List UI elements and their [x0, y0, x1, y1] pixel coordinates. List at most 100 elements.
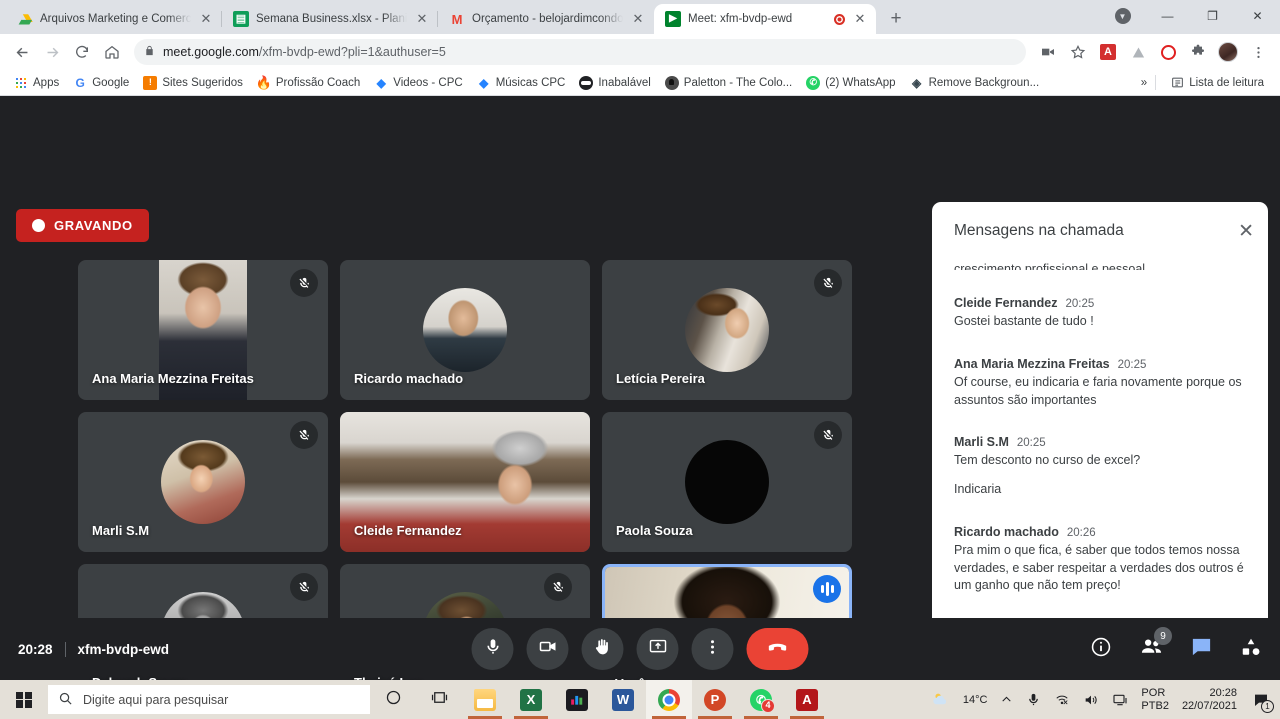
participant-name: Letícia Pereira	[616, 371, 705, 386]
clock[interactable]: 20:28 22/07/2021	[1182, 687, 1237, 713]
bookmarks-overflow-button[interactable]: »	[1141, 77, 1147, 89]
windows-logo-icon	[16, 691, 32, 708]
tab-recording-indicator-icon[interactable]	[834, 13, 845, 25]
browser-tab[interactable]: ▤ Semana Business.xlsx - Planilhas ✕	[221, 4, 438, 34]
bookmark-sites-sugeridos[interactable]: ! Sites Sugeridos	[137, 74, 249, 92]
tab-close-icon[interactable]: ✕	[630, 11, 646, 27]
bookmark-label: Videos - CPC	[393, 76, 463, 89]
search-icon	[58, 691, 73, 709]
tab-close-icon[interactable]: ✕	[414, 11, 430, 27]
home-button[interactable]	[98, 38, 126, 66]
tab-strip: Arquivos Marketing e Comercial ✕ ▤ Seman…	[0, 0, 1280, 34]
taskbar-search-placeholder: Digite aqui para pesquisar	[83, 692, 229, 707]
microphone-icon[interactable]	[1026, 692, 1041, 707]
bookmark-label: Google	[92, 76, 130, 89]
profile-avatar[interactable]	[1214, 38, 1242, 66]
network-icon[interactable]	[1054, 693, 1070, 707]
opera-extension-icon[interactable]	[1154, 38, 1182, 66]
more-options-button[interactable]	[691, 628, 734, 670]
bookmark-paletton[interactable]: Paletton - The Colo...	[659, 74, 798, 92]
maximize-button[interactable]: ❐	[1190, 0, 1235, 32]
chrome-button[interactable]	[646, 680, 692, 719]
adobe-acrobat-extension-icon[interactable]: A	[1094, 38, 1122, 66]
close-icon[interactable]: ✕	[1238, 222, 1254, 241]
message-author: Marli S.M	[954, 435, 1009, 450]
bookmark-apps[interactable]: Apps	[8, 74, 65, 92]
forward-button[interactable]	[38, 38, 66, 66]
tab-title: Arquivos Marketing e Comercial	[40, 13, 191, 25]
camera-button[interactable]	[526, 628, 569, 670]
tab-close-icon[interactable]: ✕	[852, 11, 868, 27]
chat-message-list[interactable]: crescimento profissional e pessoal Cleid…	[932, 260, 1268, 634]
volume-icon[interactable]	[1083, 692, 1099, 708]
sun-cloud-icon[interactable]	[931, 690, 950, 709]
participant-tile[interactable]: Paola Souza	[602, 412, 852, 552]
notification-center-button[interactable]: 1	[1250, 690, 1274, 713]
browser-tab[interactable]: Arquivos Marketing e Comercial ✕	[6, 4, 222, 34]
powerpoint-button[interactable]: P	[692, 680, 738, 719]
hang-up-button[interactable]	[746, 628, 809, 670]
bookmark-google[interactable]: G Google	[67, 74, 135, 92]
chat-button[interactable]	[1188, 636, 1214, 662]
present-screen-button[interactable]	[636, 628, 679, 670]
microphone-button[interactable]	[471, 628, 514, 670]
bookmark-profissao-coach[interactable]: 🔥 Profissão Coach	[251, 74, 366, 92]
camera-icon[interactable]	[1034, 38, 1062, 66]
browser-tab-active[interactable]: ▶ Meet: xfm-bvdp-ewd ✕	[654, 4, 876, 34]
chrome-menu-icon[interactable]	[1244, 38, 1272, 66]
chat-title: Mensagens na chamada	[954, 222, 1124, 239]
file-explorer-button[interactable]	[462, 680, 508, 719]
message-author: Ana Maria Mezzina Freitas	[954, 356, 1110, 371]
input-language-indicator[interactable]: POR PTB2	[1141, 687, 1169, 713]
bookmark-remove-background[interactable]: ◈ Remove Backgroun...	[904, 74, 1046, 92]
muted-badge	[290, 269, 318, 297]
folder-icon	[474, 688, 496, 711]
participant-tile[interactable]: Ana Maria Mezzina Freitas	[78, 260, 328, 400]
start-button[interactable]	[0, 680, 48, 719]
dark-app-button[interactable]	[554, 680, 600, 719]
paletton-icon	[664, 75, 679, 90]
address-bar[interactable]: meet.google.com/xfm-bvdp-ewd?pli=1&authu…	[134, 39, 1026, 65]
cortana-button[interactable]	[370, 680, 416, 719]
meeting-code: xfm-bvdp-ewd	[77, 641, 170, 657]
new-tab-button[interactable]: +	[882, 5, 910, 33]
show-everyone-button[interactable]: 9	[1138, 627, 1172, 662]
reading-list-button[interactable]: Lista de leitura	[1164, 74, 1270, 92]
display-icon[interactable]	[1112, 692, 1128, 708]
activities-button[interactable]	[1238, 636, 1264, 662]
info-icon	[1090, 636, 1112, 663]
meeting-time: 20:28	[18, 641, 53, 657]
bookmark-videos-cpc[interactable]: ◆ Videos - CPC	[368, 74, 468, 92]
participant-tile[interactable]: Marli S.M	[78, 412, 328, 552]
bookmark-inabalavel[interactable]: Inabalável	[573, 74, 656, 92]
weather-temperature[interactable]: 14°C	[963, 694, 988, 706]
excel-button[interactable]: X	[508, 680, 554, 719]
bookmark-whatsapp[interactable]: ✆ (2) WhatsApp	[800, 74, 901, 92]
acrobat-button[interactable]: A	[784, 680, 830, 719]
back-button[interactable]	[8, 38, 36, 66]
reload-button[interactable]	[68, 38, 96, 66]
participant-tile[interactable]: Cleide Fernandez	[340, 412, 590, 552]
taskbar-search-box[interactable]: Digite aqui para pesquisar	[48, 685, 370, 714]
raise-hand-button[interactable]	[581, 628, 624, 670]
minimize-button[interactable]: —	[1145, 0, 1190, 32]
message-text: Tem desconto no curso de excel?	[954, 453, 1141, 468]
participant-name: Deborah Souza	[92, 675, 187, 680]
whatsapp-button[interactable]: ✆ 4	[738, 680, 784, 719]
word-button[interactable]: W	[600, 680, 646, 719]
raised-hand-icon	[593, 637, 613, 662]
participant-tile[interactable]: Ricardo machado	[340, 260, 590, 400]
participant-tile[interactable]: Letícia Pereira	[602, 260, 852, 400]
browser-tab[interactable]: M Orçamento - belojardimcondom ✕	[437, 4, 654, 34]
extensions-puzzle-icon[interactable]	[1184, 38, 1212, 66]
clock-time: 20:28	[1209, 686, 1237, 699]
google-drive-extension-icon[interactable]	[1124, 38, 1152, 66]
bookmark-star-icon[interactable]	[1064, 38, 1092, 66]
bookmark-musicas-cpc[interactable]: ◆ Músicas CPC	[471, 74, 572, 92]
chrome-update-button[interactable]: ▼	[1100, 0, 1145, 32]
meeting-details-button[interactable]	[1088, 636, 1114, 662]
chevron-up-icon[interactable]	[1000, 693, 1013, 706]
close-window-button[interactable]: ✕	[1235, 0, 1280, 32]
tab-close-icon[interactable]: ✕	[198, 11, 214, 27]
task-view-button[interactable]	[416, 680, 462, 719]
